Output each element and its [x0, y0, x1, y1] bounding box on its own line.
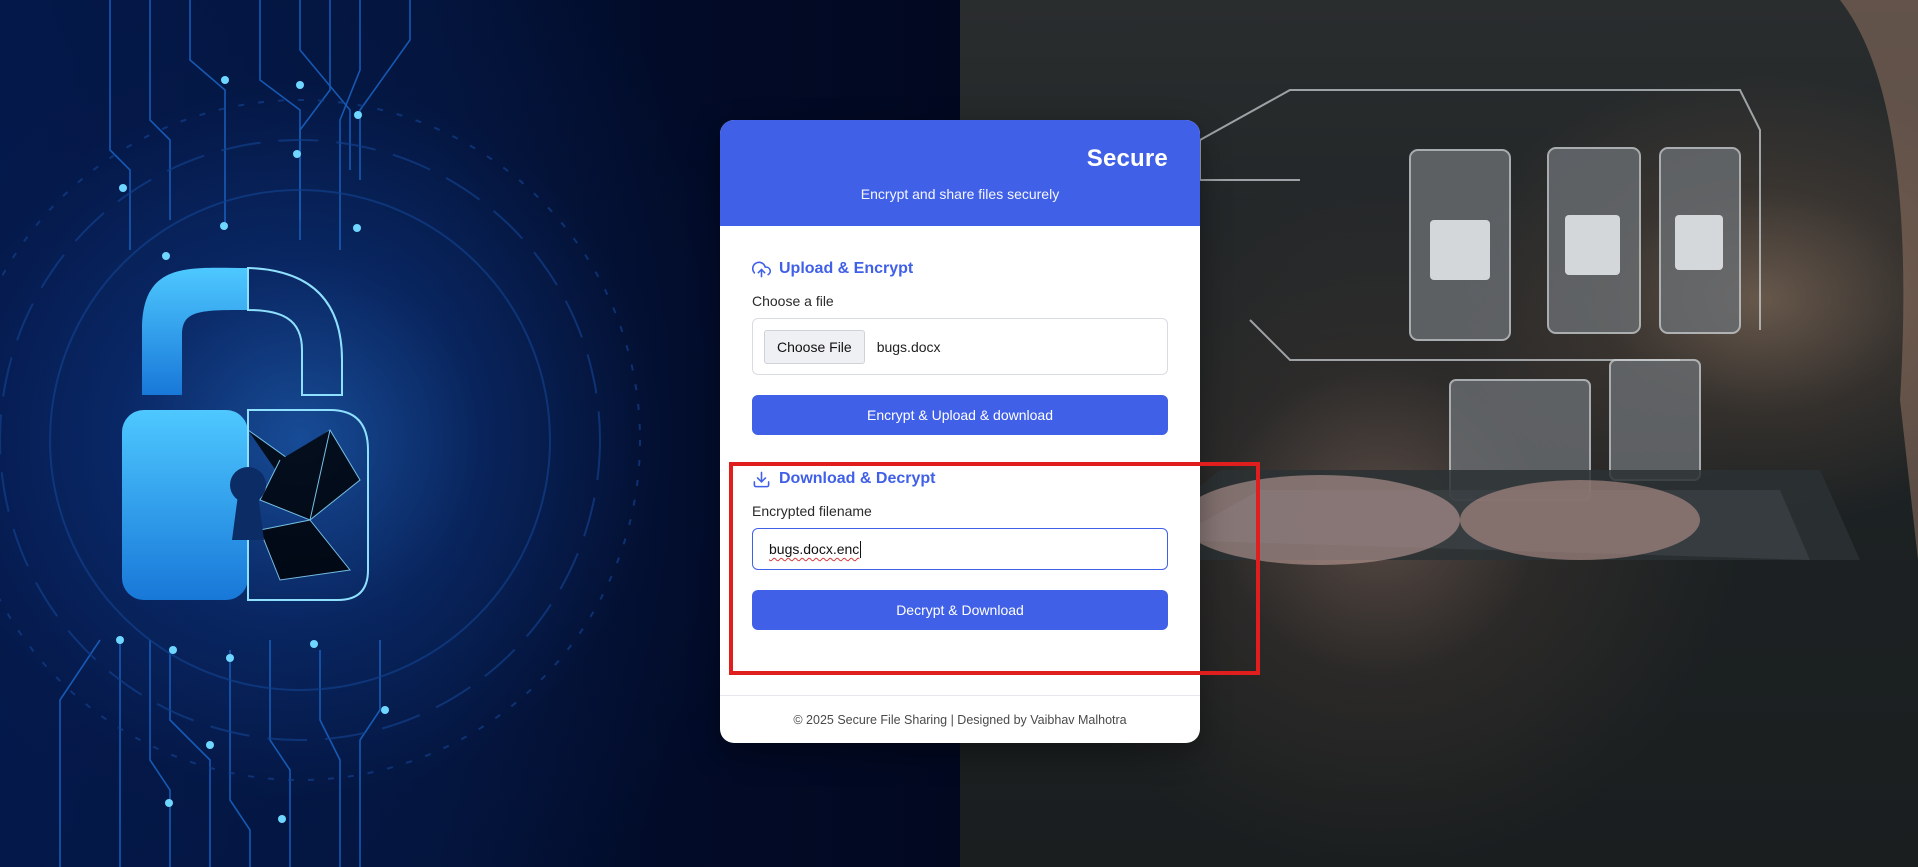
- filename-label: Encrypted filename: [752, 503, 872, 519]
- encrypted-filename-input[interactable]: bugs.docx.enc: [752, 528, 1168, 570]
- text-caret: [860, 540, 862, 558]
- download-icon: [753, 471, 770, 487]
- download-heading-text: Download & Decrypt: [779, 470, 936, 487]
- encrypted-filename-value: bugs.docx.enc: [769, 541, 860, 557]
- encrypt-upload-button[interactable]: Encrypt & Upload & download: [752, 395, 1168, 435]
- upload-heading-text: Upload & Encrypt: [779, 260, 914, 277]
- app-title: Secure: [1086, 145, 1168, 172]
- decrypt-download-button[interactable]: Decrypt & Download: [752, 590, 1168, 630]
- upload-cloud-icon: [752, 261, 771, 277]
- download-section-heading: Download & Decrypt: [752, 468, 1168, 490]
- secure-file-card: Secure Encrypt and share files securely …: [720, 120, 1200, 743]
- card-header: Secure Encrypt and share files securely: [720, 120, 1200, 226]
- download-section: Download & Decrypt Encrypted filename bu…: [752, 468, 1168, 630]
- file-input[interactable]: Choose File bugs.docx: [752, 318, 1168, 375]
- upload-section-heading: Upload & Encrypt: [752, 258, 1168, 280]
- file-label: Choose a file: [752, 293, 834, 309]
- app-subtitle: Encrypt and share files securely: [860, 186, 1060, 202]
- padlock-icon: [122, 266, 369, 601]
- card-footer: © 2025 Secure File Sharing | Designed by…: [720, 695, 1200, 743]
- card-body: Upload & Encrypt Choose a file Choose Fi…: [720, 226, 1200, 630]
- choose-file-button[interactable]: Choose File: [764, 329, 865, 364]
- selected-file-name: bugs.docx: [876, 338, 941, 355]
